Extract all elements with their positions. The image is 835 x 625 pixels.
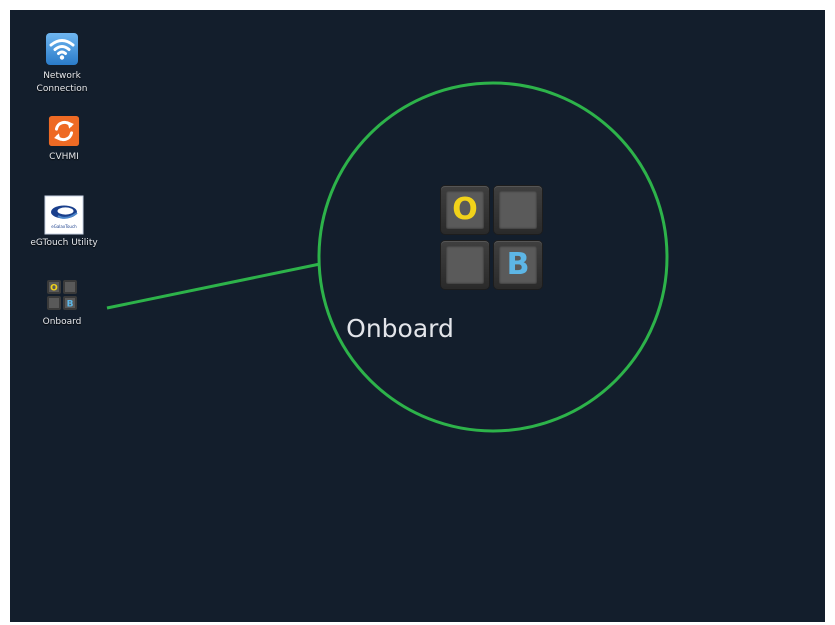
key-o-letter: O — [50, 284, 58, 294]
desktop-icon-label: Connection — [36, 84, 88, 94]
zoomed-key-o-letter: O — [452, 192, 478, 227]
zoomed-key-b: B — [494, 241, 542, 289]
zoomed-key-blank — [494, 186, 542, 234]
callout-circle — [317, 81, 669, 433]
zoomed-key-blank — [441, 241, 489, 289]
desktop-icon-label: eGTouch Utility — [30, 238, 98, 248]
desktop-icon-label: CVHMI — [49, 152, 79, 162]
onboard-keyboard-icon: O B — [47, 280, 77, 310]
egtouch-logo-icon: eGalaxTouch — [44, 195, 84, 235]
desktop: Network Connection CVHMI eGalaxTouch eGT… — [10, 10, 825, 622]
desktop-icon-label: Onboard — [42, 317, 82, 327]
zoomed-key-b-letter: B — [506, 247, 530, 282]
zoomed-key-o: O — [441, 186, 489, 234]
desktop-icon-network-connection[interactable]: Network Connection — [12, 32, 112, 96]
desktop-icon-egtouch-utility[interactable]: eGalaxTouch eGTouch Utility — [14, 195, 114, 250]
key-b-letter: B — [67, 300, 74, 310]
desktop-icon-cvhmi[interactable]: CVHMI — [14, 115, 114, 164]
desktop-icon-onboard[interactable]: O B Onboard — [12, 278, 112, 329]
egtouch-logo-text: eGalaxTouch — [51, 224, 77, 229]
callout-pointer-line — [106, 262, 321, 310]
wifi-icon — [46, 33, 78, 65]
refresh-icon — [48, 115, 80, 147]
zoomed-onboard-label: Onboard — [346, 314, 454, 343]
desktop-icon-label: Network — [43, 71, 81, 81]
